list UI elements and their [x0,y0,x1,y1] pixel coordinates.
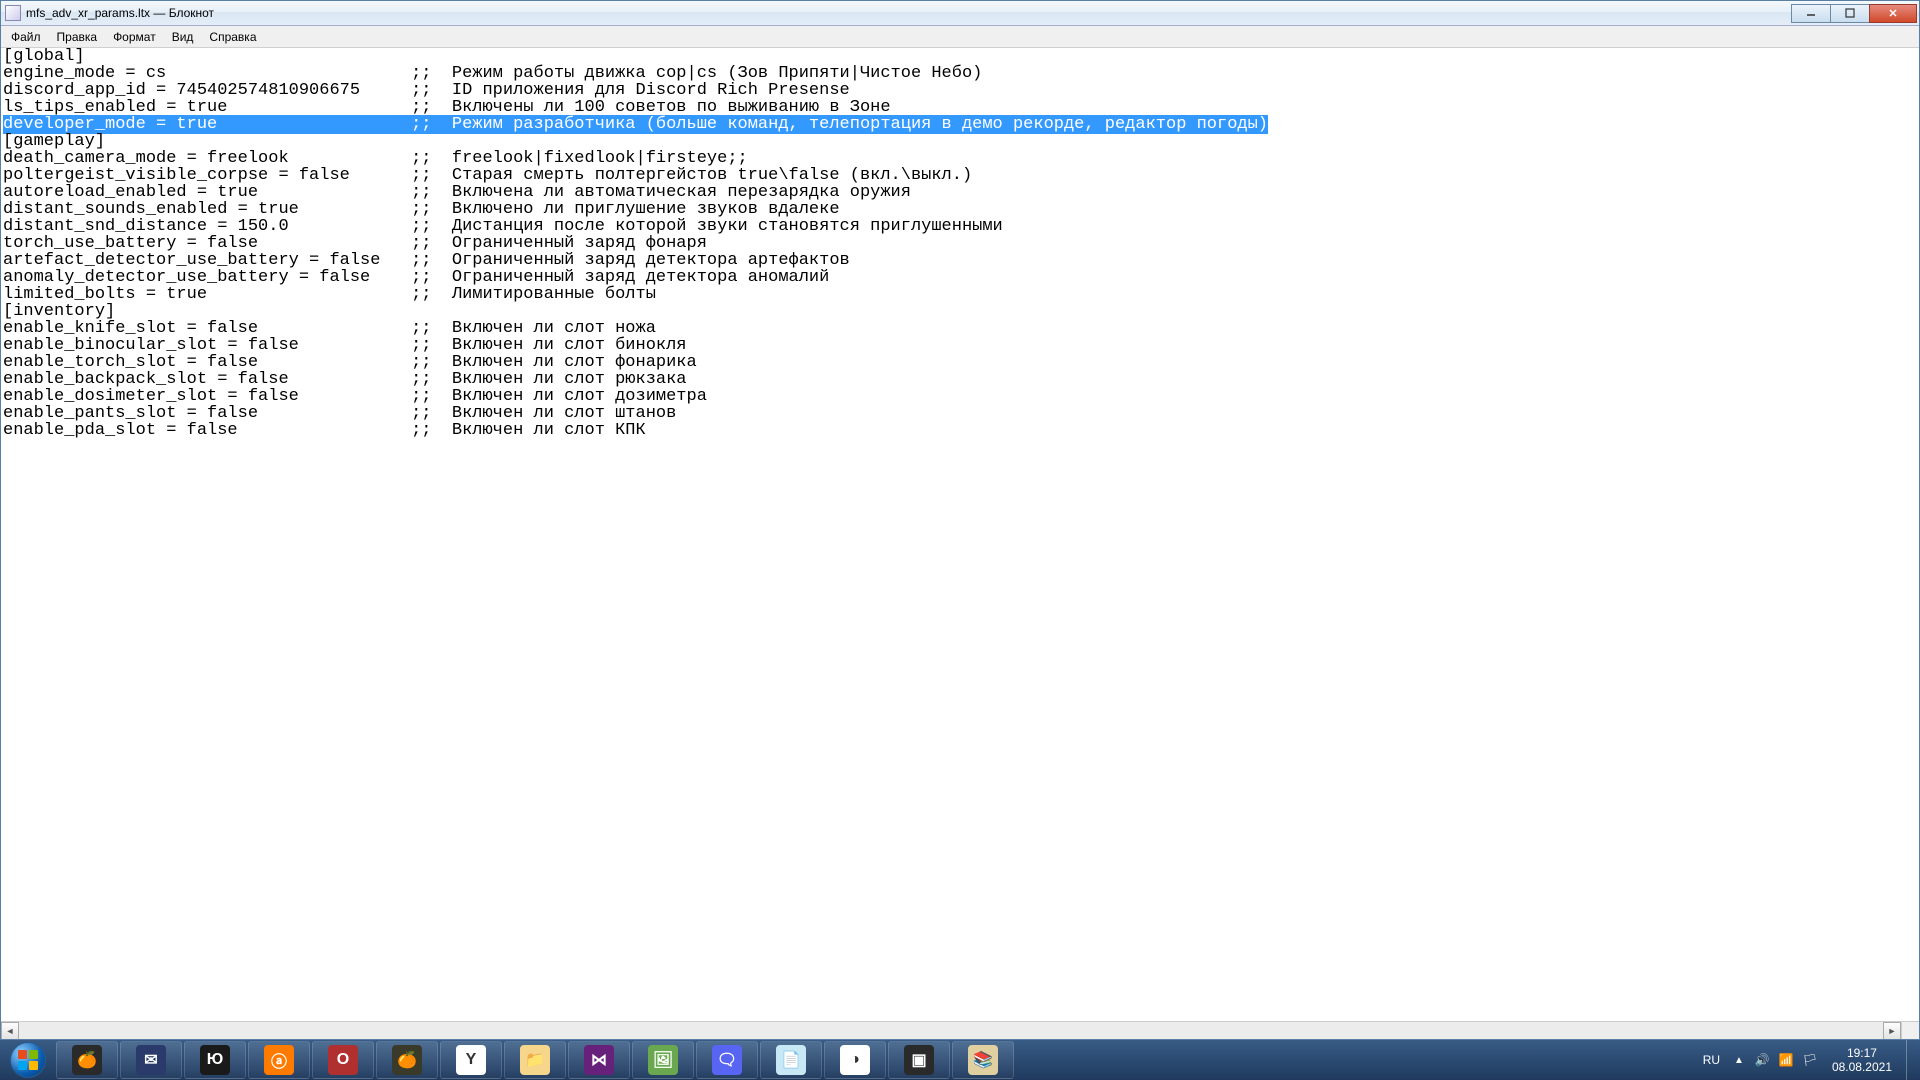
terminal-icon: ▣ [904,1045,934,1075]
avast-icon: ⓐ [264,1045,294,1075]
title-bar[interactable]: mfs_adv_xr_params.ltx — Блокнот [1,1,1919,26]
clock[interactable]: 19:17 08.08.2021 [1822,1046,1902,1074]
explorer-icon: 📁 [520,1045,550,1075]
taskbar: 🍊 ✉ Юⓐ O 🍊 Y 📁 ⋈ 🖼 🗨 📄 ◑ ▣ 📚 RU ▲ 🔊 📶 🏳 19:17 08.08.2… [0,1040,1920,1080]
editor-line[interactable]: artefact_detector_use_battery = false ;;… [3,252,1917,269]
system-tray: RU ▲ 🔊 📶 🏳 19:17 08.08.2021 [1695,1040,1916,1080]
taskbar-item-mail[interactable]: ✉ [120,1041,182,1079]
fl-studio-icon: 🍊 [72,1045,102,1075]
language-indicator[interactable]: RU [1695,1053,1728,1067]
scroll-track[interactable] [19,1022,1883,1039]
text-editor[interactable]: [global]engine_mode = cs ;; Режим работы… [1,48,1919,1021]
editor-line[interactable]: torch_use_battery = false ;; Ограниченны… [3,235,1917,252]
notepad-icon: 📄 [776,1045,806,1075]
menu-format[interactable]: Формат [105,28,164,46]
close-button[interactable] [1869,4,1917,23]
opera-icon: O [328,1045,358,1075]
editor-line[interactable]: enable_torch_slot = false ;; Включен ли … [3,354,1917,371]
github-icon: ◑ [840,1045,870,1075]
discord-icon: 🗨 [712,1045,742,1075]
taskbar-item-app-green[interactable]: 🖼 [632,1041,694,1079]
editor-line[interactable]: discord_app_id = 745402574810906675 ;; I… [3,82,1917,99]
editor-line[interactable]: enable_backpack_slot = false ;; Включен … [3,371,1917,388]
window-title: mfs_adv_xr_params.ltx — Блокнот [26,6,1792,20]
app-green-icon: 🖼 [648,1045,678,1075]
horizontal-scrollbar[interactable]: ◄ ► [1,1021,1901,1039]
yandex-u-icon: Ю [200,1045,230,1075]
taskbar-item-terminal[interactable]: ▣ [888,1041,950,1079]
scroll-left-button[interactable]: ◄ [1,1022,19,1039]
mail-icon: ✉ [136,1045,166,1075]
editor-line[interactable]: engine_mode = cs ;; Режим работы движка … [3,65,1917,82]
editor-line[interactable]: autoreload_enabled = true ;; Включена ли… [3,184,1917,201]
volume-icon[interactable]: 🔊 [1753,1051,1771,1069]
menu-help[interactable]: Справка [201,28,264,46]
editor-line[interactable]: enable_pda_slot = false ;; Включен ли сл… [3,422,1917,439]
yandex-browser-icon: Y [456,1045,486,1075]
editor-line[interactable]: distant_sounds_enabled = true ;; Включен… [3,201,1917,218]
show-hidden-icons[interactable]: ▲ [1728,1055,1750,1066]
editor-area: [global]engine_mode = cs ;; Режим работы… [1,48,1919,1039]
taskbar-item-opera[interactable]: O [312,1041,374,1079]
scroll-right-button[interactable]: ► [1883,1022,1901,1039]
taskbar-item-github[interactable]: ◑ [824,1041,886,1079]
editor-line[interactable]: distant_snd_distance = 150.0 ;; Дистанци… [3,218,1917,235]
visual-studio-icon: ⋈ [584,1045,614,1075]
show-desktop-button[interactable] [1906,1040,1916,1080]
menu-view[interactable]: Вид [164,28,202,46]
taskbar-item-yandex-u[interactable]: Ю [184,1041,246,1079]
editor-line-selected[interactable]: developer_mode = true ;; Режим разработч… [3,116,1917,133]
action-center-icon[interactable]: 🏳 [1801,1051,1819,1069]
taskbar-item-discord[interactable]: 🗨 [696,1041,758,1079]
taskbar-item-winrar[interactable]: 📚 [952,1041,1014,1079]
network-icon[interactable]: 📶 [1777,1051,1795,1069]
winrar-icon: 📚 [968,1045,998,1075]
taskbar-item-notepad[interactable]: 📄 [760,1041,822,1079]
scroll-corner [1901,1021,1919,1039]
taskbar-item-avast[interactable]: ⓐ [248,1041,310,1079]
minimize-button[interactable] [1791,4,1831,23]
editor-line[interactable]: [inventory] [3,303,1917,320]
taskbar-items: 🍊 ✉ Юⓐ O 🍊 Y 📁 ⋈ 🖼 🗨 📄 ◑ ▣ 📚 [55,1040,1015,1080]
taskbar-item-fl-studio-2[interactable]: 🍊 [376,1041,438,1079]
editor-line[interactable]: poltergeist_visible_corpse = false ;; Ст… [3,167,1917,184]
editor-line[interactable]: death_camera_mode = freelook ;; freelook… [3,150,1917,167]
windows-logo-icon [10,1042,46,1078]
editor-line[interactable]: enable_dosimeter_slot = false ;; Включен… [3,388,1917,405]
clock-time: 19:17 [1832,1046,1892,1060]
taskbar-item-fl-studio[interactable]: 🍊 [56,1041,118,1079]
taskbar-item-yandex-browser[interactable]: Y [440,1041,502,1079]
editor-line[interactable]: enable_knife_slot = false ;; Включен ли … [3,320,1917,337]
editor-line[interactable]: limited_bolts = true ;; Лимитированные б… [3,286,1917,303]
window-controls [1792,4,1917,23]
start-button[interactable] [0,1040,55,1080]
editor-line[interactable]: ls_tips_enabled = true ;; Включены ли 10… [3,99,1917,116]
editor-line[interactable]: anomaly_detector_use_battery = false ;; … [3,269,1917,286]
notepad-window: mfs_adv_xr_params.ltx — Блокнот Файл Пра… [0,0,1920,1040]
fl-studio-2-icon: 🍊 [392,1045,422,1075]
editor-line[interactable]: enable_binocular_slot = false ;; Включен… [3,337,1917,354]
editor-line[interactable]: [global] [3,48,1917,65]
menu-edit[interactable]: Правка [49,28,106,46]
taskbar-item-visual-studio[interactable]: ⋈ [568,1041,630,1079]
clock-date: 08.08.2021 [1832,1060,1892,1074]
maximize-button[interactable] [1830,4,1870,23]
menu-file[interactable]: Файл [3,28,49,46]
taskbar-item-explorer[interactable]: 📁 [504,1041,566,1079]
editor-line[interactable]: [gameplay] [3,133,1917,150]
menu-bar: Файл Правка Формат Вид Справка [1,26,1919,48]
editor-line[interactable]: enable_pants_slot = false ;; Включен ли … [3,405,1917,422]
notepad-icon [5,5,21,21]
